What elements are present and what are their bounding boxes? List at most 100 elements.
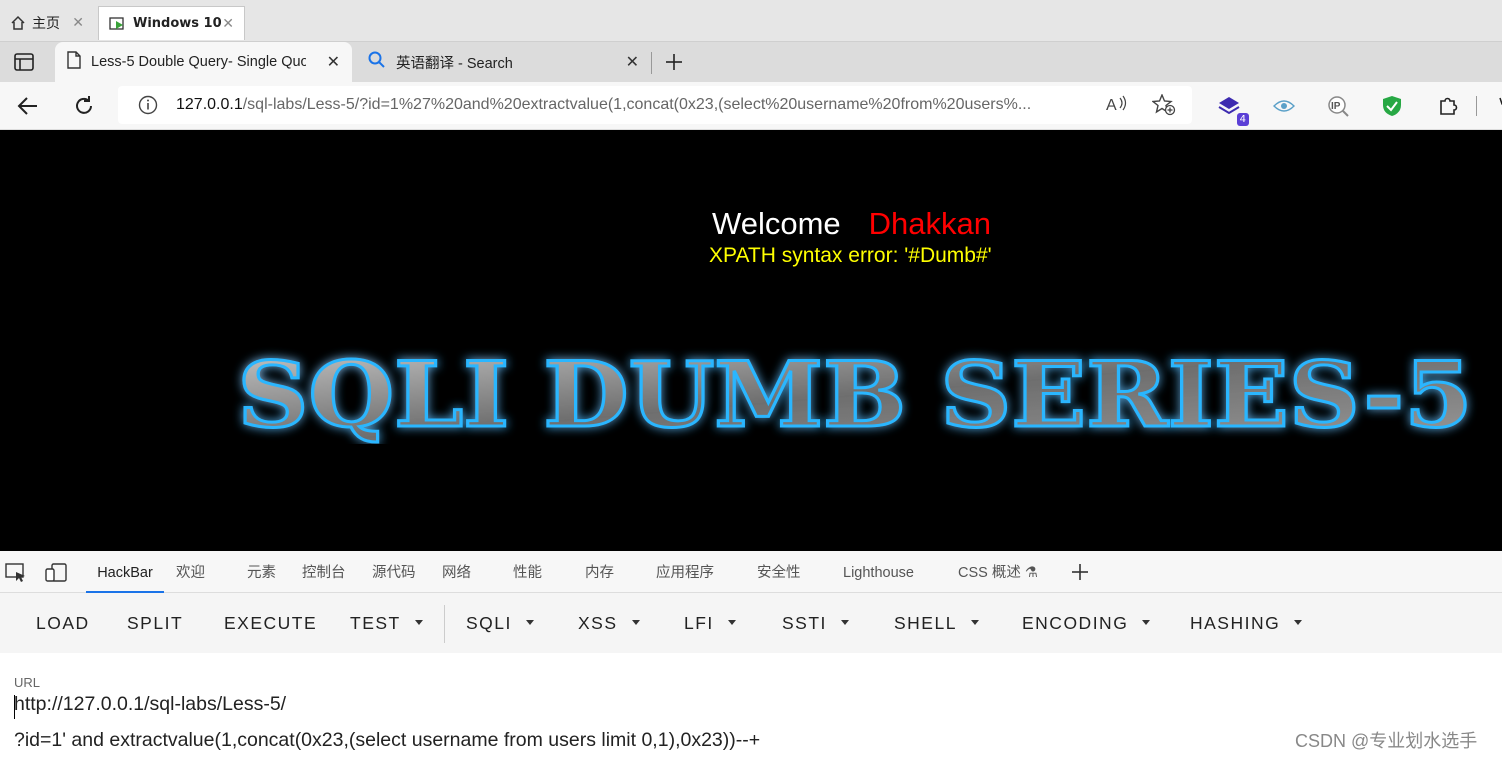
page-viewport: Welcome Dhakkan XPATH syntax error: '#Dum…	[0, 130, 1502, 551]
shell-label: SHELL	[894, 613, 957, 633]
devtools-tab-console[interactable]: 控制台	[302, 551, 346, 593]
browser-tab-strip: Less-5 Double Query- Single Quo ✕ 英语翻译 -…	[0, 42, 1502, 82]
css-overview-label: CSS 概述	[958, 565, 1021, 581]
browser-tab-less5-title: Less-5 Double Query- Single Quo	[91, 54, 306, 70]
navigation-bar: 127.0.0.1/sql-labs/Less-5/?id=1%27%20and…	[0, 82, 1502, 130]
welcome-username: Dhakkan	[868, 206, 991, 241]
devtools-tab-performance[interactable]: 性能	[513, 551, 542, 593]
collections-extension-icon[interactable]: 4	[1215, 92, 1249, 126]
hackbar-toolbar: LOAD SPLIT EXECUTE TEST SQLI XSS LFI SST…	[0, 593, 1502, 653]
browser-tab-search[interactable]: 英语翻译 - Search ✕	[356, 42, 651, 82]
split-button[interactable]: SPLIT	[127, 613, 183, 634]
new-tab-plus-icon[interactable]	[660, 48, 688, 76]
address-path: /sql-labs/Less-5/?id=1%27%20and%20extrac…	[242, 96, 1032, 113]
devtools-tab-lighthouse[interactable]: Lighthouse	[843, 551, 914, 593]
devtools-tab-application[interactable]: 应用程序	[656, 551, 714, 593]
devtools-tab-css-overview[interactable]: CSS 概述 ⚗	[958, 551, 1038, 593]
caret-down-icon	[1142, 619, 1151, 625]
test-label: TEST	[350, 613, 401, 633]
welcome-text: Welcome Dhakkan	[712, 206, 991, 242]
hackbar-divider	[444, 605, 445, 643]
vm-tab-windows10[interactable]: Windows 10 ✕	[98, 6, 245, 40]
load-button[interactable]: LOAD	[36, 613, 90, 634]
extension-badge: 4	[1236, 113, 1249, 126]
devtools-tab-sources[interactable]: 源代码	[372, 551, 416, 593]
encoding-label: ENCODING	[1022, 613, 1129, 633]
sqli-dropdown[interactable]: SQLI	[466, 613, 534, 634]
banner-text: SQLI DUMB SERIES-5	[238, 344, 1473, 444]
vm-tab-windows10-label: Windows 10	[133, 16, 222, 31]
url-input-line-1[interactable]: http://127.0.0.1/sql-labs/Less-5/	[14, 693, 286, 716]
execute-button[interactable]: EXECUTE	[224, 613, 317, 634]
caret-down-icon	[727, 619, 736, 625]
hashing-dropdown[interactable]: HASHING	[1190, 613, 1303, 634]
ip-extension-icon[interactable]: IP	[1324, 92, 1352, 120]
home-icon	[10, 15, 26, 31]
hashing-label: HASHING	[1190, 613, 1281, 633]
address-bar[interactable]: 127.0.0.1/sql-labs/Less-5/?id=1%27%20and…	[118, 86, 1192, 124]
tab-divider	[651, 52, 652, 74]
caret-down-icon	[414, 619, 423, 625]
devtools-panel: HackBar 欢迎 元素 控制台 源代码 网络 性能 内存 应用程序 安全性 …	[0, 551, 1502, 758]
csdn-watermark: CSDN @专业划水选手	[1295, 731, 1478, 751]
extensions-puzzle-icon[interactable]	[1434, 92, 1462, 120]
devtools-tab-network[interactable]: 网络	[442, 551, 471, 593]
devtools-tab-memory[interactable]: 内存	[585, 551, 614, 593]
read-aloud-icon[interactable]: A	[1106, 94, 1130, 118]
url-field-label: URL	[14, 675, 41, 690]
flask-icon: ⚗	[1024, 565, 1038, 581]
caret-down-icon	[840, 619, 849, 625]
caret-down-icon	[525, 619, 534, 625]
devtools-tab-hackbar[interactable]: HackBar	[86, 551, 164, 593]
browser-tab-search-close-icon[interactable]: ✕	[626, 52, 639, 72]
shell-dropdown[interactable]: SHELL	[894, 613, 979, 634]
vm-tab-home-label: 主页	[32, 16, 60, 32]
svg-text:IP: IP	[1331, 101, 1341, 112]
page-icon	[67, 51, 81, 73]
add-favorite-icon[interactable]	[1151, 93, 1176, 120]
xss-label: XSS	[578, 613, 618, 633]
browser-tab-less5-close-icon[interactable]: ✕	[327, 52, 340, 72]
svg-text:A: A	[1106, 97, 1117, 114]
caret-down-icon	[1294, 619, 1303, 625]
sqli-label: SQLI	[466, 613, 512, 633]
address-url[interactable]: 127.0.0.1/sql-labs/Less-5/?id=1%27%20and…	[176, 96, 1086, 114]
devtools-tab-welcome[interactable]: 欢迎	[176, 551, 205, 593]
welcome-label: Welcome	[712, 206, 841, 241]
lfi-label: LFI	[684, 613, 714, 633]
device-emulation-icon[interactable]	[44, 563, 68, 583]
vm-tab-home-close-icon[interactable]: ✕	[72, 15, 84, 31]
favorites-star-icon[interactable]	[1486, 92, 1502, 120]
encoding-dropdown[interactable]: ENCODING	[1022, 613, 1151, 634]
devtools-tab-bar: HackBar 欢迎 元素 控制台 源代码 网络 性能 内存 应用程序 安全性 …	[0, 551, 1502, 593]
address-host: 127.0.0.1	[176, 96, 243, 113]
vm-tab-home[interactable]: 主页 ✕	[0, 6, 94, 40]
refresh-icon[interactable]	[70, 92, 98, 120]
caret-down-icon	[631, 619, 640, 625]
sqli-dumb-series-banner: SQLI DUMB SERIES-5	[236, 344, 1474, 444]
test-dropdown[interactable]: TEST	[350, 613, 423, 634]
site-info-icon[interactable]	[138, 95, 158, 115]
vm-tab-windows10-close-icon[interactable]: ✕	[222, 16, 234, 32]
caret-down-icon	[970, 619, 979, 625]
devtools-tab-elements[interactable]: 元素	[247, 551, 276, 593]
search-icon	[368, 51, 386, 73]
vm-tab-bar: 主页 ✕ Windows 10 ✕	[0, 0, 1502, 42]
browser-tab-search-title: 英语翻译 - Search	[396, 55, 513, 72]
xss-dropdown[interactable]: XSS	[578, 613, 640, 634]
more-tools-plus-icon[interactable]	[1068, 560, 1092, 584]
inspect-element-icon[interactable]	[4, 563, 28, 583]
xpath-error-message: XPATH syntax error: '#Dumb#'	[709, 244, 992, 267]
shield-extension-icon[interactable]	[1378, 92, 1406, 120]
toolbar-divider	[1476, 96, 1477, 116]
ssti-dropdown[interactable]: SSTI	[782, 613, 849, 634]
url-input-line-2[interactable]: ?id=1' and extractvalue(1,concat(0x23,(s…	[14, 729, 760, 752]
tab-actions-icon[interactable]	[10, 50, 38, 74]
back-arrow-icon[interactable]	[14, 92, 42, 120]
ssti-label: SSTI	[782, 613, 827, 633]
vm-machine-icon	[109, 16, 127, 32]
browser-tab-less5[interactable]: Less-5 Double Query- Single Quo ✕	[55, 42, 352, 82]
lfi-dropdown[interactable]: LFI	[684, 613, 736, 634]
devtools-tab-security[interactable]: 安全性	[757, 551, 801, 593]
eye-extension-icon[interactable]	[1270, 92, 1298, 120]
